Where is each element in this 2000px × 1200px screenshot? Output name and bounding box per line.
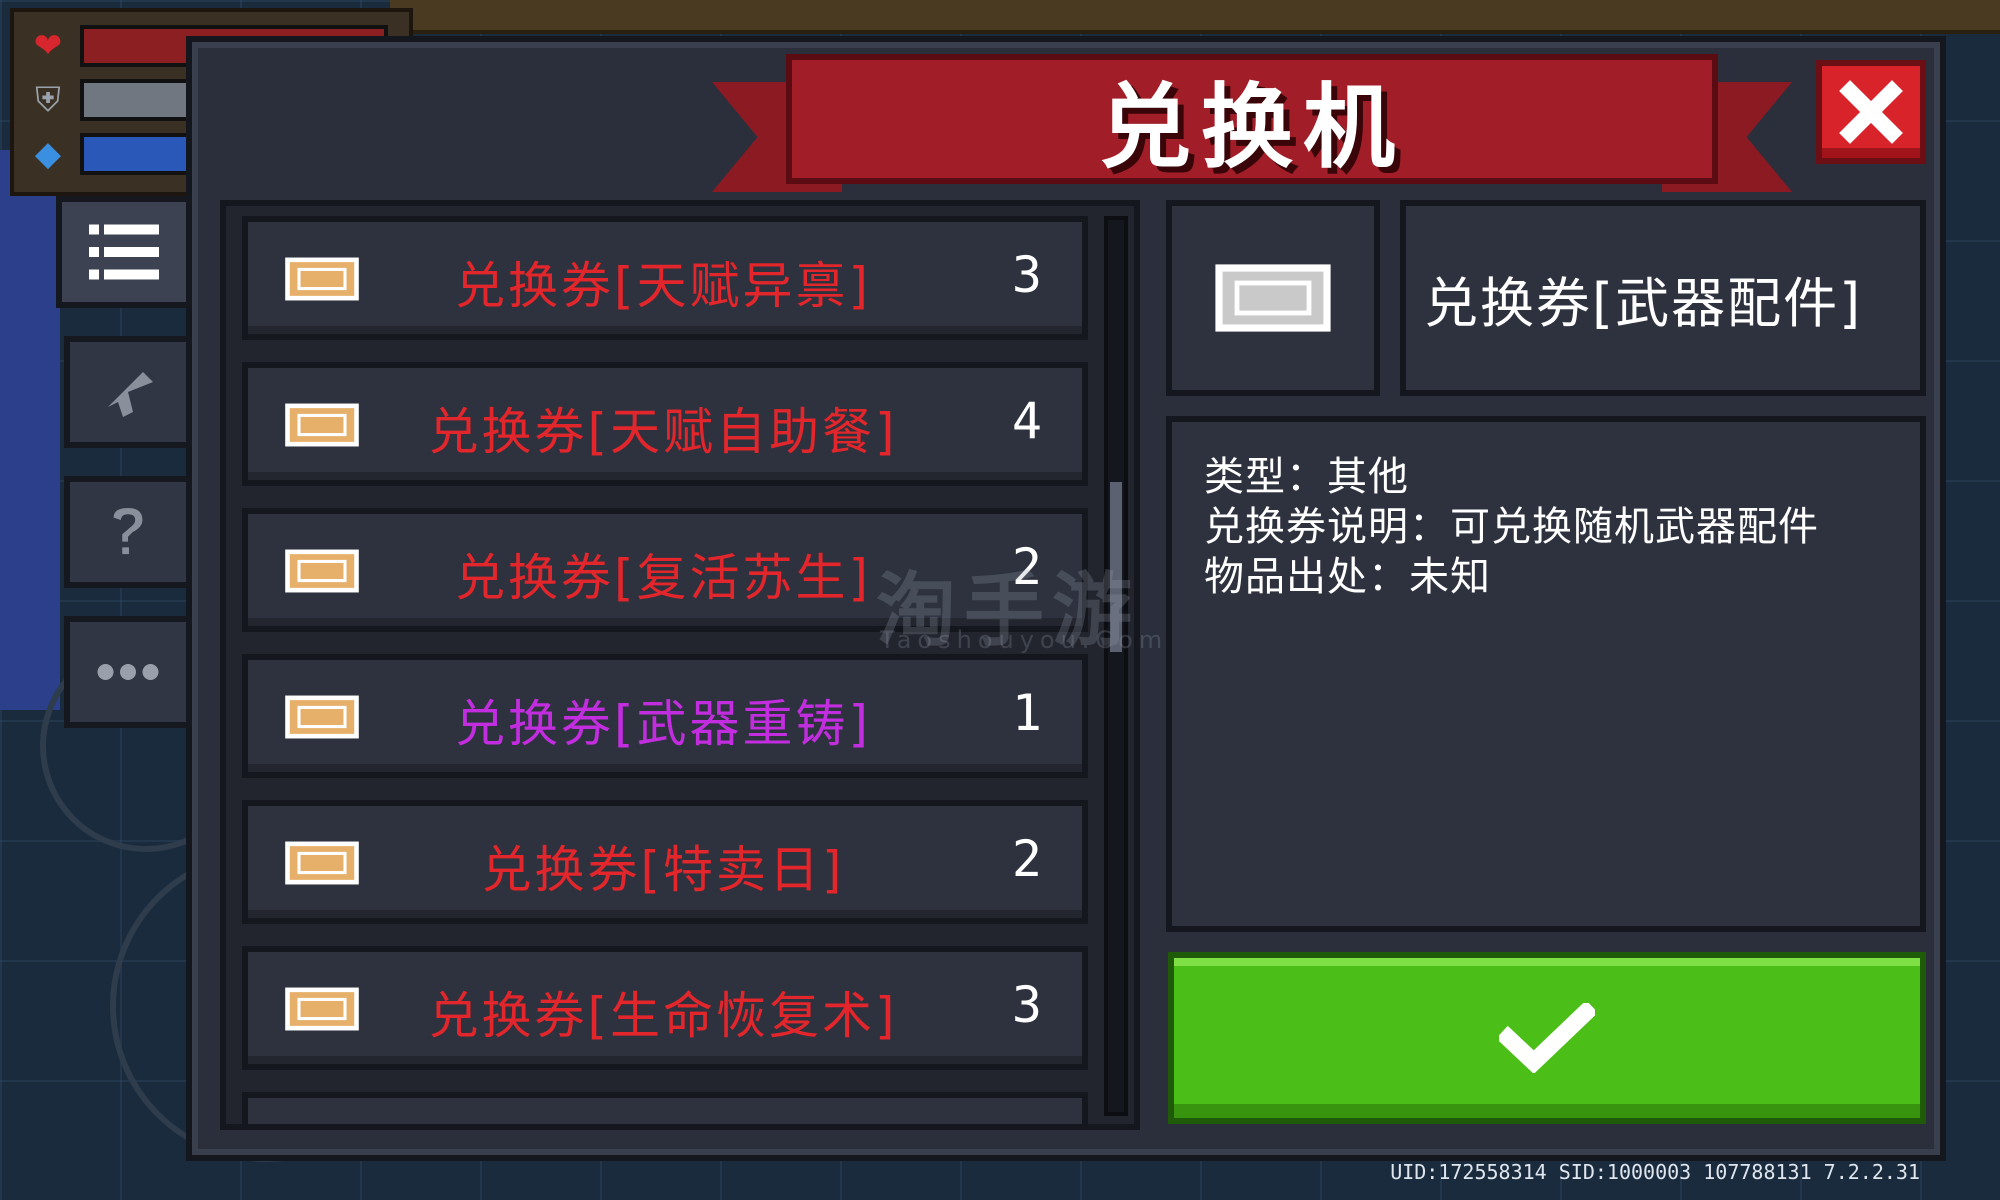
energy-diamond-icon: ◆ (34, 134, 62, 174)
item-name: 兑换券[复活苏生] (454, 549, 871, 607)
selected-item-name-box: 兑换券[武器配件] (1400, 200, 1926, 396)
ticket-icon (1215, 264, 1331, 332)
question-icon (113, 508, 143, 555)
ticket-icon (285, 695, 359, 739)
selected-item-description: 类型：其他 兑换券说明：可兑换随机武器配件 物品出处：未知 (1166, 416, 1926, 932)
ticket-icon (285, 987, 359, 1031)
item-name: 兑换券[武器重铸] (454, 695, 871, 753)
tab-weapons[interactable] (64, 336, 192, 448)
watermark-sub: Taoshouyou.Com (880, 626, 1169, 654)
list-scrollbar[interactable] (1104, 216, 1128, 1116)
check-icon (1499, 1003, 1595, 1073)
page-title: 兑换机 (1098, 73, 1405, 181)
background-carpet (0, 150, 60, 710)
title-ribbon: 兑换机 (712, 46, 1792, 216)
list-item[interactable]: 兑换券[生命恢复术] 3 (242, 946, 1088, 1070)
item-type-line: 类型：其他 (1204, 454, 1409, 500)
ribbon-banner: 兑换机 (786, 54, 1718, 184)
list-item[interactable]: 兑换券[特卖日] 2 (242, 800, 1088, 924)
item-quantity: 3 (1011, 976, 1042, 1034)
list-icon (89, 224, 159, 280)
list-item-partial[interactable] (242, 1092, 1088, 1124)
ticket-icon (285, 549, 359, 593)
item-quantity: 3 (1011, 246, 1042, 304)
item-quantity: 4 (1011, 392, 1042, 450)
item-quantity: 2 (1011, 830, 1042, 888)
session-id-text: UID:172558314 SID:1000003 107788131 7.2.… (1390, 1160, 1920, 1184)
item-name: 兑换券[天赋异禀] (454, 257, 871, 315)
ticket-icon (285, 403, 359, 447)
close-icon (1839, 80, 1903, 144)
item-name: 兑换券[特卖日] (481, 841, 845, 899)
tab-unknown[interactable] (64, 476, 192, 588)
selected-item-name: 兑换券[武器配件] (1424, 271, 1863, 335)
selected-item-icon-box (1166, 200, 1380, 396)
exchange-machine-panel: 兑换机 兑换券[天赋异禀] 3 兑换券[天赋自助餐] 4 兑换券[复活苏生] 2… (56, 36, 1946, 1161)
list-item[interactable]: 兑换券[天赋自助餐] 4 (242, 362, 1088, 486)
item-name: 兑换券[天赋自助餐] (428, 403, 898, 461)
tab-item-list[interactable] (56, 196, 192, 308)
ticket-icon (285, 841, 359, 885)
ticket-list[interactable]: 兑换券[天赋异禀] 3 兑换券[天赋自助餐] 4 兑换券[复活苏生] 2 兑换券… (220, 200, 1140, 1130)
item-description-line: 兑换券说明：可兑换随机武器配件 (1204, 504, 1819, 550)
ticket-icon (285, 257, 359, 301)
shield-icon: ⛨ (35, 80, 61, 120)
list-item[interactable]: 兑换券[天赋异禀] 3 (242, 216, 1088, 340)
heart-icon: ❤ (33, 26, 63, 66)
item-name: 兑换券[生命恢复术] (428, 987, 898, 1045)
background-wall (390, 0, 2000, 34)
tab-more[interactable] (64, 616, 192, 728)
item-quantity: 1 (1011, 684, 1042, 742)
confirm-button[interactable] (1168, 952, 1926, 1124)
list-item[interactable]: 兑换券[武器重铸] 1 (242, 654, 1088, 778)
item-source-line: 物品出处：未知 (1204, 554, 1491, 600)
close-button[interactable] (1816, 60, 1926, 164)
weapon-icon (108, 372, 153, 417)
more-icon (97, 664, 159, 680)
